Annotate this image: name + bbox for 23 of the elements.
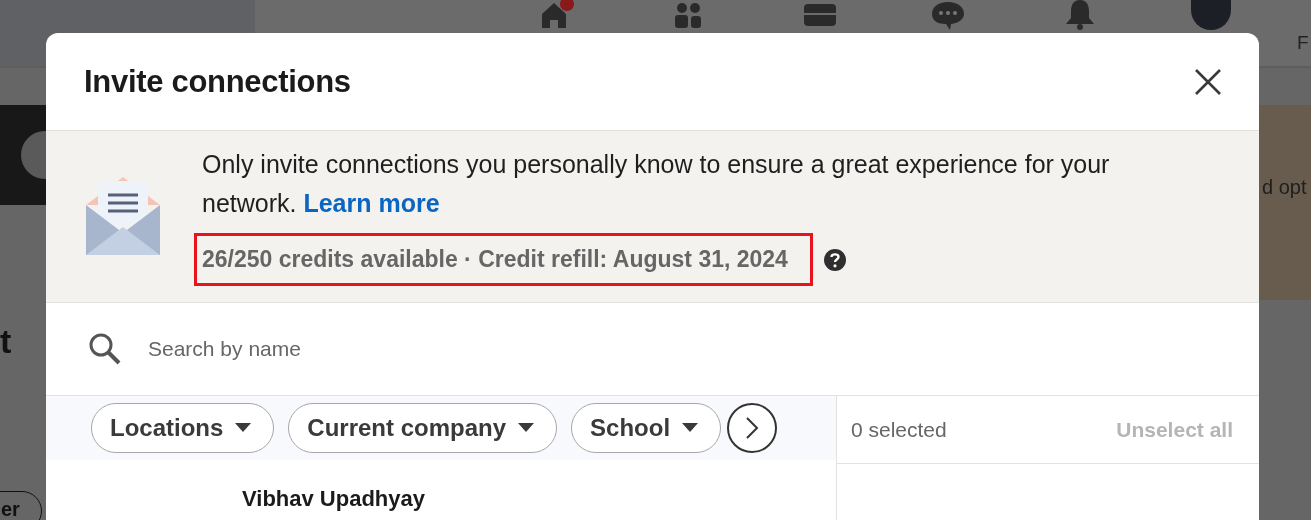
person-name: Vibhav Upadhyay [241, 485, 426, 512]
nav-label: F [1297, 32, 1309, 54]
background-text: d opt [1262, 176, 1307, 199]
chevron-right-icon [745, 416, 760, 440]
selected-count: 0 selected [851, 417, 947, 442]
notice-text: Only invite connections you personally know to ensure a great experience for your network. Learn more [202, 149, 1111, 219]
close-icon [1193, 66, 1223, 97]
envelope-icon [84, 175, 162, 255]
learn-more-link[interactable]: Learn more [303, 189, 440, 217]
search-icon [88, 332, 122, 366]
caret-icon [518, 423, 535, 433]
caret-icon [682, 423, 699, 433]
help-icon[interactable] [822, 247, 847, 272]
caret-icon [235, 423, 252, 433]
background-heading: t [0, 322, 12, 361]
filter-dropdown[interactable]: Locations [91, 403, 275, 453]
chat-bubble-icon[interactable] [930, 0, 966, 30]
next-button[interactable] [727, 403, 778, 453]
filter-dropdown[interactable]: School [571, 403, 722, 453]
search-field[interactable]: Search by name [146, 336, 750, 362]
credits-text: 26/250 credits available · Credit refill: August 31, 2024 [202, 246, 788, 272]
dialog-title: Invite connections [84, 63, 351, 100]
filter-dropdown[interactable]: Current company [288, 403, 558, 453]
